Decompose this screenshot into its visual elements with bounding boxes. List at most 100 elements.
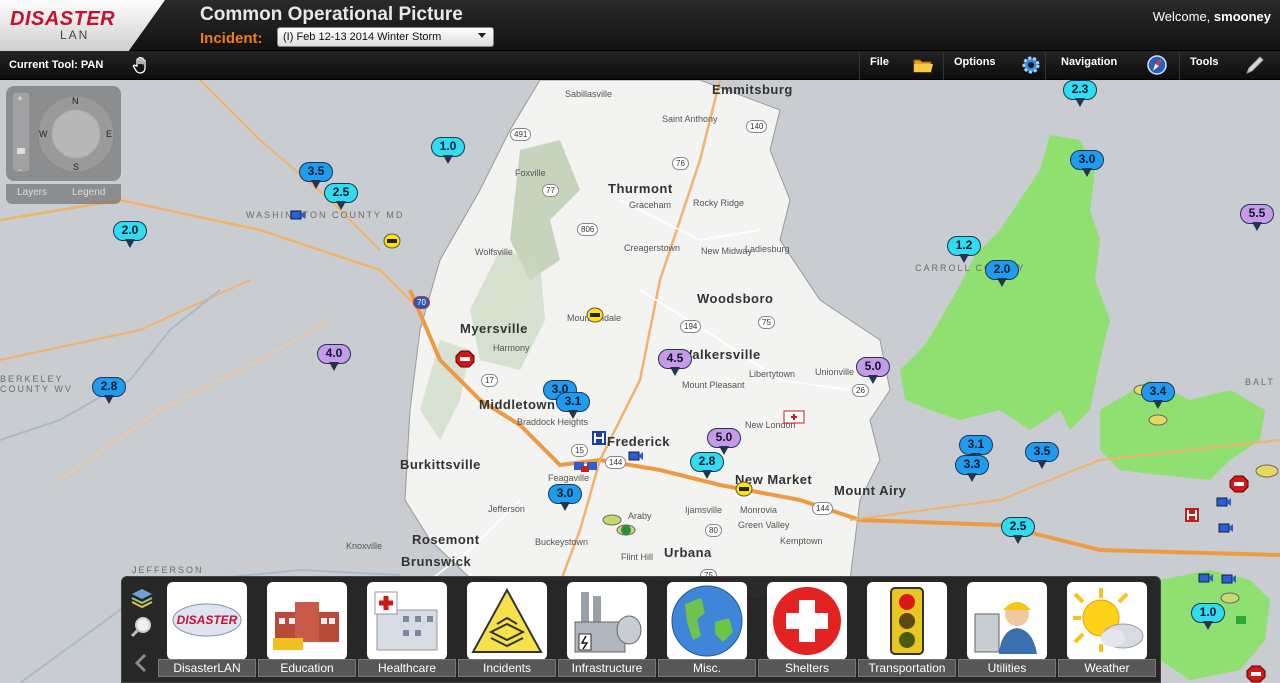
- map-value-pin[interactable]: 4.5: [658, 349, 692, 377]
- pin-tail: [443, 155, 453, 164]
- map-value-pin[interactable]: 5.0: [856, 357, 890, 385]
- traffic-car-icon[interactable]: [586, 307, 604, 323]
- chevron-left-icon[interactable]: [129, 651, 155, 675]
- main-toolbar: Current Tool: PAN File Options Navigatio…: [0, 51, 1280, 80]
- pin-tail: [311, 180, 321, 189]
- pin-tail: [1037, 460, 1047, 469]
- map-value-pin[interactable]: 4.0: [317, 344, 351, 372]
- place-label: Jefferson: [488, 504, 525, 514]
- pin-value: 1.2: [947, 236, 981, 256]
- category-shelters[interactable]: Shelters: [758, 582, 856, 680]
- ambulance-icon[interactable]: [783, 408, 805, 426]
- category-label: DisasterLAN: [158, 659, 256, 677]
- map-value-pin[interactable]: 1.2: [947, 236, 981, 264]
- layers-icon[interactable]: [129, 585, 155, 609]
- map-value-pin[interactable]: 3.4: [1141, 382, 1175, 410]
- map-value-pin[interactable]: 2.0: [113, 221, 147, 249]
- category-utilities[interactable]: Utilities: [958, 582, 1056, 680]
- map-value-pin[interactable]: 1.0: [431, 137, 465, 165]
- sun-cloud-icon: [1067, 582, 1147, 660]
- pin-value: 5.0: [707, 428, 741, 448]
- map-value-pin[interactable]: 3.5: [1025, 442, 1059, 470]
- category-infrastructure[interactable]: Infrastructure: [558, 582, 656, 680]
- hospital-icon[interactable]: [591, 430, 607, 446]
- pin-value: 2.8: [690, 452, 724, 472]
- pin-tail: [104, 395, 114, 404]
- map-value-pin[interactable]: 2.8: [92, 377, 126, 405]
- gear-icon: [1022, 56, 1040, 74]
- pin-value: 1.0: [431, 137, 465, 157]
- map-value-pin[interactable]: 3.1: [556, 392, 590, 420]
- camera-icon[interactable]: [290, 209, 306, 221]
- file-menu[interactable]: File: [859, 51, 944, 80]
- map-value-pin[interactable]: 2.3: [1063, 80, 1097, 108]
- factory-icon: [567, 582, 647, 660]
- place-label: Thurmont: [608, 181, 673, 196]
- pin-tail: [1082, 168, 1092, 177]
- category-education[interactable]: Education: [258, 582, 356, 680]
- category-weather[interactable]: Weather: [1058, 582, 1156, 680]
- incident-stop-icon[interactable]: [1229, 475, 1249, 493]
- map-value-pin[interactable]: 3.0: [548, 484, 582, 512]
- camera-icon[interactable]: [628, 450, 644, 462]
- tools-menu[interactable]: Tools: [1179, 51, 1280, 80]
- pan-east-button[interactable]: E: [106, 129, 112, 139]
- red-cross-icon: [767, 582, 847, 660]
- pan-west-button[interactable]: W: [39, 129, 48, 139]
- place-label: Foxville: [515, 168, 546, 178]
- file-menu-label: File: [870, 56, 889, 68]
- incident-dropdown[interactable]: (I) Feb 12-13 2014 Winter Storm: [277, 27, 494, 47]
- pan-north-button[interactable]: N: [72, 96, 79, 106]
- options-menu[interactable]: Options: [943, 51, 1046, 80]
- category-transportation[interactable]: Transportation: [858, 582, 956, 680]
- hand-pan-icon[interactable]: [131, 55, 151, 75]
- map-value-pin[interactable]: 2.0: [985, 260, 1019, 288]
- tab-legend[interactable]: Legend: [72, 187, 105, 198]
- map-value-pin[interactable]: 5.5: [1240, 204, 1274, 232]
- category-disasterlan[interactable]: DISASTER DisasterLAN: [158, 582, 256, 680]
- disasterlan-logo[interactable]: DISASTER LAN: [0, 0, 165, 51]
- camera-icon[interactable]: [1216, 496, 1232, 508]
- place-label: Ijamsville: [685, 505, 723, 515]
- place-label: Green Valley: [738, 520, 790, 530]
- camera-icon[interactable]: [1218, 522, 1234, 534]
- route-shield: 76: [672, 157, 689, 170]
- pin-tail: [560, 502, 570, 511]
- camera-cluster-icon[interactable]: [573, 460, 603, 474]
- navigation-menu[interactable]: Navigation: [1045, 51, 1179, 80]
- zoom-out-button[interactable]: -: [18, 165, 21, 176]
- map-value-pin[interactable]: 2.5: [324, 183, 358, 211]
- school-building-icon: [267, 582, 347, 660]
- incident-stop-icon[interactable]: [1246, 665, 1266, 683]
- category-healthcare[interactable]: Healthcare: [358, 582, 456, 680]
- traffic-car-icon[interactable]: [383, 233, 401, 249]
- current-tool-label: Current Tool: PAN: [9, 59, 104, 71]
- map-value-pin[interactable]: 2.8: [690, 452, 724, 480]
- logo-text-bottom: LAN: [60, 28, 90, 42]
- zoom-in-button[interactable]: +: [17, 94, 23, 105]
- snowplow-cluster-icon[interactable]: [600, 510, 640, 540]
- category-misc[interactable]: Misc.: [658, 582, 756, 680]
- map-value-pin[interactable]: 3.3: [955, 455, 989, 483]
- camera-icon[interactable]: [1221, 573, 1237, 585]
- search-icon[interactable]: [129, 615, 155, 639]
- incident-stop-icon[interactable]: [455, 350, 475, 368]
- camera-icon[interactable]: [1198, 572, 1214, 584]
- category-incidents[interactable]: Incidents: [458, 582, 556, 680]
- traffic-car-icon[interactable]: [735, 481, 753, 497]
- pin-tail: [568, 410, 578, 419]
- pan-south-button[interactable]: S: [73, 162, 79, 172]
- tab-layers[interactable]: Layers: [17, 187, 47, 198]
- map-value-pin[interactable]: 3.0: [1070, 150, 1104, 178]
- pin-tail: [1153, 400, 1163, 409]
- map-side-tabs: Layers Legend: [6, 184, 121, 204]
- map-value-pin[interactable]: 1.0: [1191, 603, 1225, 631]
- snowplow-icon[interactable]: [1255, 463, 1280, 479]
- hospital-icon[interactable]: [1184, 507, 1200, 523]
- pin-tail: [702, 470, 712, 479]
- map-value-pin[interactable]: 2.5: [1001, 517, 1035, 545]
- utility-worker-icon: [967, 582, 1047, 660]
- route-shield: 15: [571, 444, 588, 457]
- route-shield: 80: [705, 524, 722, 537]
- place-label: Urbana: [664, 545, 712, 560]
